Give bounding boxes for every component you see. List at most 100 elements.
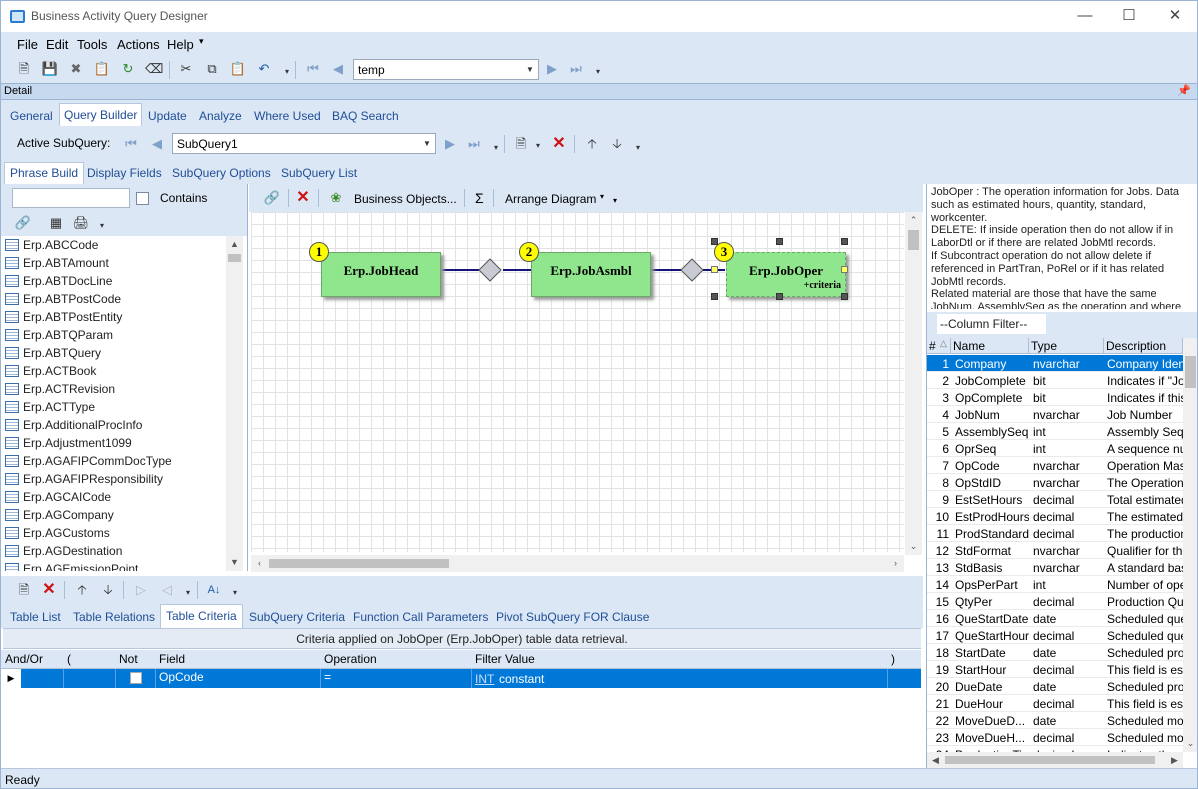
sigma-button[interactable]: Σ [475, 190, 484, 206]
table-list-item[interactable]: Erp.AGCAICode [1, 488, 231, 506]
column-row[interactable]: 12 StdFormat nvarchar Qualifier for the [927, 542, 1183, 559]
table-search-input[interactable] [12, 188, 130, 208]
header-open-paren[interactable]: ( [67, 652, 71, 666]
move-down-icon[interactable]: 🡣 [99, 581, 117, 599]
order-overflow-icon[interactable]: ▾ [629, 139, 647, 157]
table-list-item[interactable]: Erp.ABTDocLine [1, 272, 231, 290]
tab-where-used[interactable]: Where Used [254, 109, 321, 123]
resize-handle[interactable] [841, 266, 848, 273]
operation-cell[interactable]: = [324, 670, 331, 684]
table-list-item[interactable]: Erp.ABCCode [1, 236, 231, 254]
sort-overflow-icon[interactable]: ▾ [226, 584, 244, 602]
filter-value-cell[interactable]: constant [499, 672, 544, 686]
new-criteria-icon[interactable]: 🗎 [15, 581, 33, 599]
indent-overflow-icon[interactable]: ▾ [179, 584, 197, 602]
menu-actions[interactable]: Actions [117, 37, 160, 52]
maximize-icon[interactable]: ☐ [1117, 5, 1141, 27]
diagram-canvas[interactable]: Erp.JobHead 1 Erp.JobAsmbl 2 Erp.JobOper… [251, 212, 904, 552]
column-row[interactable]: 23 MoveDueH... decimal Scheduled mo [927, 729, 1183, 746]
delete-icon[interactable]: ✖ [67, 60, 85, 78]
table-list-item[interactable]: Erp.AGCompany [1, 506, 231, 524]
scroll-down-icon[interactable]: ▼ [226, 554, 243, 571]
delete-criteria-icon[interactable]: ✕ [40, 581, 58, 599]
grid-header-description[interactable]: Description [1104, 338, 1183, 354]
last-subquery-icon[interactable]: ⏭ [465, 135, 483, 153]
menu-tools[interactable]: Tools [77, 37, 107, 52]
table-list-item[interactable]: Erp.ACTRevision [1, 380, 231, 398]
tab-table-criteria[interactable]: Table Criteria [160, 604, 243, 628]
subquery-overflow-icon[interactable]: ▾ [487, 139, 505, 157]
column-row[interactable]: 8 OpStdID nvarchar The Operation [927, 474, 1183, 491]
tab-phrase-build[interactable]: Phrase Build [4, 162, 85, 184]
record-combo[interactable]: temp ▼ [353, 59, 539, 80]
prev-record-icon[interactable]: ◀ [329, 60, 347, 78]
tab-subquery-options[interactable]: SubQuery Options [172, 166, 271, 180]
tab-pivot-subquery[interactable]: Pivot SubQuery FOR Clause [496, 610, 649, 624]
next-record-icon[interactable]: ▶ [543, 60, 561, 78]
subquery-combo[interactable]: SubQuery1 ▼ [172, 133, 436, 154]
table-list-item[interactable]: Erp.ABTPostEntity [1, 308, 231, 326]
link-icon[interactable]: 🔗 [14, 214, 32, 232]
menu-overflow-icon[interactable]: ▾ [199, 36, 204, 47]
new-icon[interactable]: 🗎 [15, 60, 33, 78]
link-icon[interactable]: 🔗 [263, 189, 281, 207]
save-icon[interactable]: 💾 [41, 60, 59, 78]
column-row[interactable]: 4 JobNum nvarchar Job Number [927, 406, 1183, 423]
scroll-up-icon[interactable]: ⌃ [905, 212, 922, 229]
delete-table-icon[interactable]: ✕ [294, 189, 312, 207]
tab-general[interactable]: General [10, 109, 53, 123]
new-subquery-dropdown-icon[interactable]: ▾ [529, 137, 547, 155]
column-row[interactable]: 16 QueStartDate date Scheduled que [927, 610, 1183, 627]
tab-subquery-criteria[interactable]: SubQuery Criteria [249, 610, 345, 624]
diagram-overflow-icon[interactable]: ▾ [613, 196, 617, 205]
move-up-icon[interactable]: 🡡 [73, 581, 91, 599]
scroll-down-icon[interactable]: ⌄ [1182, 735, 1197, 752]
row-selector-icon[interactable]: ▶ [1, 669, 21, 688]
column-row[interactable]: 13 StdBasis nvarchar A standard bas [927, 559, 1183, 576]
column-row[interactable]: 9 EstSetHours decimal Total estimated [927, 491, 1183, 508]
first-subquery-icon[interactable]: ⏮ [122, 135, 140, 153]
column-row[interactable]: 15 QtyPer decimal Production Qu [927, 593, 1183, 610]
chevron-down-icon[interactable]: ▼ [522, 60, 538, 79]
tab-function-call-parameters[interactable]: Function Call Parameters [353, 610, 488, 624]
scroll-right-icon[interactable]: ▶ [1166, 752, 1183, 769]
table-list-item[interactable]: Erp.ACTType [1, 398, 231, 416]
column-filter-input[interactable]: --Column Filter-- [937, 314, 1046, 334]
diagram-hscroll[interactable]: ‹ › [251, 555, 904, 572]
table-list-item[interactable]: Erp.AGCustoms [1, 524, 231, 542]
tab-baq-search[interactable]: BAQ Search [332, 109, 399, 123]
indent-right-icon[interactable]: ▷ [132, 581, 150, 599]
clear-icon[interactable]: ⌫ [145, 60, 163, 78]
minimize-icon[interactable]: — [1073, 5, 1097, 27]
refresh-icon[interactable]: ↻ [119, 60, 137, 78]
header-close-paren[interactable]: ) [891, 652, 895, 666]
header-not[interactable]: Not [119, 652, 138, 666]
grid-icon[interactable]: ▦ [47, 214, 65, 232]
resize-handle[interactable] [841, 293, 848, 300]
column-row[interactable]: 11 ProdStandard decimal The production [927, 525, 1183, 542]
table-list-item[interactable]: Erp.AGDestination [1, 542, 231, 560]
indent-left-icon[interactable]: ◁ [158, 581, 176, 599]
prev-subquery-icon[interactable]: ◀ [148, 135, 166, 153]
pin-icon[interactable]: 📌 [1177, 84, 1191, 97]
paste-icon[interactable]: 📋 [229, 60, 247, 78]
table-list-item[interactable]: Erp.ABTQParam [1, 326, 231, 344]
column-row[interactable]: 2 JobComplete bit Indicates if "Jo [927, 372, 1183, 389]
first-record-icon[interactable]: ⏮ [304, 60, 322, 78]
column-grid-hscroll[interactable]: ◀ ▶ [927, 752, 1183, 768]
contains-checkbox[interactable] [136, 192, 149, 205]
tab-table-list[interactable]: Table List [10, 610, 61, 624]
table-node-joboper[interactable]: Erp.JobOper +criteria [726, 252, 846, 297]
next-subquery-icon[interactable]: ▶ [441, 135, 459, 153]
attach-icon[interactable]: 📋 [93, 60, 111, 78]
arrange-dropdown-icon[interactable]: ▾ [600, 192, 604, 201]
resize-handle[interactable] [841, 238, 848, 245]
chevron-down-icon[interactable]: ▼ [419, 134, 435, 153]
grid-header-name[interactable]: Name [951, 338, 1029, 354]
column-grid-scrollbar[interactable]: ⌄ [1182, 338, 1197, 752]
column-row[interactable]: 22 MoveDueD... date Scheduled mo [927, 712, 1183, 729]
table-list-scrollbar[interactable]: ▲ ▼ [226, 236, 243, 571]
column-row[interactable]: 14 OpsPerPart int Number of ope [927, 576, 1183, 593]
column-row[interactable]: 17 QueStartHour decimal Scheduled que [927, 627, 1183, 644]
table-list-item[interactable]: Erp.AdditionalProcInfo [1, 416, 231, 434]
